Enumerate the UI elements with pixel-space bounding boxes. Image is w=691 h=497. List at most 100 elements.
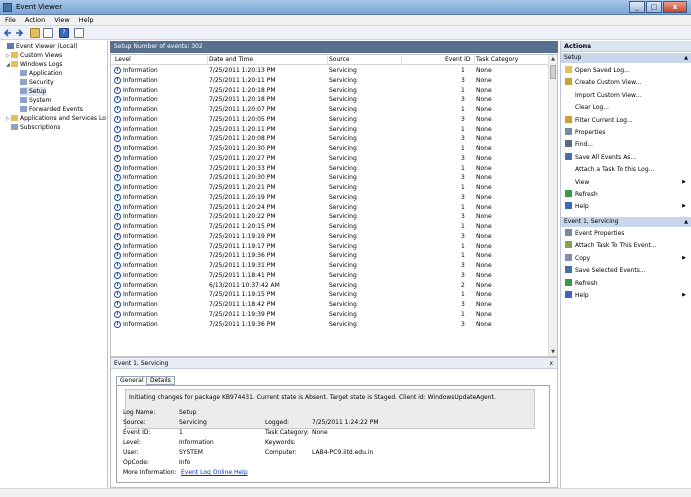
table-row[interactable]: i Information 7/25/2011 1:20:22 PM Servicin… xyxy=(111,212,549,222)
action-properties[interactable]: Properties xyxy=(561,128,691,137)
cell-id: 3 xyxy=(461,320,465,328)
action-help[interactable]: Help ▶ xyxy=(561,291,691,300)
detail-close-button[interactable]: x xyxy=(549,358,553,369)
find-icon xyxy=(565,140,572,148)
table-row[interactable]: i Information 7/25/2011 1:19:36 PM Servicin… xyxy=(111,251,549,261)
action-filter-current-log[interactable]: Filter Current Log... xyxy=(561,115,691,125)
table-row[interactable]: i Information 7/25/2011 1:20:27 PM Servicin… xyxy=(111,154,549,164)
column-source[interactable]: Source xyxy=(329,56,350,63)
table-row[interactable]: i Information 7/25/2011 1:20:24 PM Servicin… xyxy=(111,203,549,213)
table-row[interactable]: i Information 7/25/2011 1:20:13 PM Servicin… xyxy=(111,66,549,76)
table-row[interactable]: i Information 7/25/2011 1:19:17 PM Servicin… xyxy=(111,242,549,252)
menu-help[interactable]: Help xyxy=(74,15,98,24)
tree-item-security[interactable]: Security xyxy=(20,78,54,87)
help-icon[interactable]: ? xyxy=(59,28,69,38)
forward-icon[interactable] xyxy=(14,28,24,38)
table-row[interactable]: i Information 6/13/2011 10:37:42 AM Servici… xyxy=(111,281,549,291)
column-task-category[interactable]: Task Category xyxy=(476,56,518,63)
property-label: More Information: xyxy=(123,469,177,476)
action-copy[interactable]: Copy ▶ xyxy=(561,253,691,263)
tree-item-subscriptions[interactable]: Subscriptions xyxy=(11,123,60,132)
scroll-down-icon[interactable]: ▼ xyxy=(549,348,557,356)
column-level[interactable]: Level xyxy=(115,56,131,63)
menu-action[interactable]: Action xyxy=(20,15,49,24)
action-view[interactable]: View ▶ xyxy=(561,178,691,187)
action-clear-log[interactable]: Clear Log... xyxy=(561,103,691,112)
tree-item-setup[interactable]: Setup xyxy=(20,87,47,96)
close-button[interactable]: x xyxy=(663,1,687,13)
log-icon xyxy=(20,88,27,94)
table-row[interactable]: i Information 7/25/2011 1:20:05 PM Servicin… xyxy=(111,115,549,125)
table-row[interactable]: i Information 7/25/2011 1:18:42 PM Servicin… xyxy=(111,300,549,310)
event-log-online-help-link[interactable]: Event Log Online Help xyxy=(181,469,248,476)
table-row[interactable]: i Information 7/25/2011 1:20:07 PM Servicin… xyxy=(111,105,549,115)
cell-source: Servicing xyxy=(329,86,357,94)
table-row[interactable]: i Information 7/25/2011 1:20:18 PM Servicin… xyxy=(111,95,549,105)
action-refresh[interactable]: Refresh xyxy=(561,278,691,288)
table-row[interactable]: i Information 7/25/2011 1:19:31 PM Servicin… xyxy=(111,261,549,271)
scroll-thumb[interactable] xyxy=(550,65,556,79)
table-row[interactable]: i Information 7/25/2011 1:19:39 PM Servicin… xyxy=(111,310,549,320)
menu-view[interactable]: View xyxy=(49,15,73,24)
cell-source: Servicing xyxy=(329,115,357,123)
action-attach-a-task-to-this-log[interactable]: Attach a Task To this Log... xyxy=(561,165,691,174)
tree-item-system[interactable]: System xyxy=(20,96,51,105)
tree-item-application[interactable]: Application xyxy=(20,69,63,78)
table-row[interactable]: i Information 7/25/2011 1:18:41 PM Servicin… xyxy=(111,271,549,281)
save-icon xyxy=(565,152,572,160)
tree-item-event-viewer-local[interactable]: Event Viewer (Local) xyxy=(2,42,78,51)
table-row[interactable]: i Information 7/25/2011 1:19:36 PM Servicin… xyxy=(111,320,549,330)
actions-section-setup[interactable]: Setup ▲ xyxy=(561,53,691,63)
column-event-id[interactable]: Event ID xyxy=(445,56,471,63)
cell-id: 2 xyxy=(461,281,465,289)
folder-icon[interactable] xyxy=(30,28,40,38)
action-save-all-events-as[interactable]: Save All Events As... xyxy=(561,152,691,162)
cell-cat: None xyxy=(476,125,492,133)
action-help[interactable]: Help ▶ xyxy=(561,202,691,211)
action-refresh[interactable]: Refresh xyxy=(561,190,691,199)
action-attach-task-to-this-event[interactable]: Attach Task To This Event... xyxy=(561,241,691,250)
collapse-icon[interactable]: ▲ xyxy=(684,53,688,63)
action-open-saved-log[interactable]: Open Saved Log... xyxy=(561,66,691,75)
show-hide-tree-icon[interactable] xyxy=(43,28,53,38)
cell-date: 7/25/2011 1:19:36 PM xyxy=(209,320,276,328)
action-import-custom-view[interactable]: Import Custom View... xyxy=(561,91,691,100)
property-value: Servicing xyxy=(179,419,207,426)
action-event-properties[interactable]: Event Properties xyxy=(561,229,691,238)
actions-section-event[interactable]: Event 1, Servicing ▲ xyxy=(561,217,691,227)
cell-level: Information xyxy=(123,67,158,74)
table-row[interactable]: i Information 7/25/2011 1:20:33 PM Servicin… xyxy=(111,164,549,174)
table-row[interactable]: i Information 7/25/2011 1:20:19 PM Servicin… xyxy=(111,193,549,203)
cell-date: 7/25/2011 1:20:27 PM xyxy=(209,154,276,162)
action-save-selected-events[interactable]: Save Selected Events... xyxy=(561,266,691,275)
table-row[interactable]: i Information 7/25/2011 1:20:15 PM Servicin… xyxy=(111,222,549,232)
table-row[interactable]: i Information 7/25/2011 1:20:18 PM Servicin… xyxy=(111,86,549,96)
scroll-up-icon[interactable]: ▲ xyxy=(549,55,557,63)
table-row[interactable]: i Information 7/25/2011 1:20:30 PM Servicin… xyxy=(111,173,549,183)
action-find[interactable]: Find... xyxy=(561,140,691,149)
tab-details[interactable]: Details xyxy=(146,376,175,385)
back-icon[interactable] xyxy=(3,28,13,38)
tab-general[interactable]: General xyxy=(116,376,148,385)
table-row[interactable]: i Information 7/25/2011 1:20:30 PM Servicin… xyxy=(111,144,549,154)
minimize-button[interactable]: _ xyxy=(629,1,645,13)
table-row[interactable]: i Information 7/25/2011 1:20:11 PM Servicin… xyxy=(111,76,549,86)
cell-date: 7/25/2011 1:20:18 PM xyxy=(209,96,276,104)
menu-file[interactable]: File xyxy=(0,15,20,24)
table-row[interactable]: i Information 7/25/2011 1:19:15 PM Servicin… xyxy=(111,290,549,300)
action-pane-icon[interactable] xyxy=(74,28,84,38)
table-row[interactable]: i Information 7/25/2011 1:20:11 PM Servicin… xyxy=(111,125,549,135)
action-create-custom-view[interactable]: Create Custom View... xyxy=(561,78,691,87)
tree-item-applications-and-services[interactable]: ▷ Applications and Services Lo xyxy=(6,114,106,123)
tree-item-windows-logs[interactable]: ◢ Windows Logs xyxy=(6,60,63,69)
tree-item-custom-views[interactable]: ▷ Custom Views xyxy=(6,51,62,60)
table-row[interactable]: i Information 7/25/2011 1:20:21 PM Servicin… xyxy=(111,183,549,193)
events-scrollbar[interactable]: ▲ ▼ xyxy=(548,55,557,356)
table-row[interactable]: i Information 7/25/2011 1:19:19 PM Servicin… xyxy=(111,232,549,242)
collapse-icon[interactable]: ▲ xyxy=(684,217,688,227)
tree-item-forwarded-events[interactable]: Forwarded Events xyxy=(20,105,83,114)
column-date-time[interactable]: Date and Time xyxy=(209,56,253,63)
task-icon xyxy=(565,241,572,249)
maximize-button[interactable]: □ xyxy=(646,1,662,13)
table-row[interactable]: i Information 7/25/2011 1:20:08 PM Servicin… xyxy=(111,134,549,144)
